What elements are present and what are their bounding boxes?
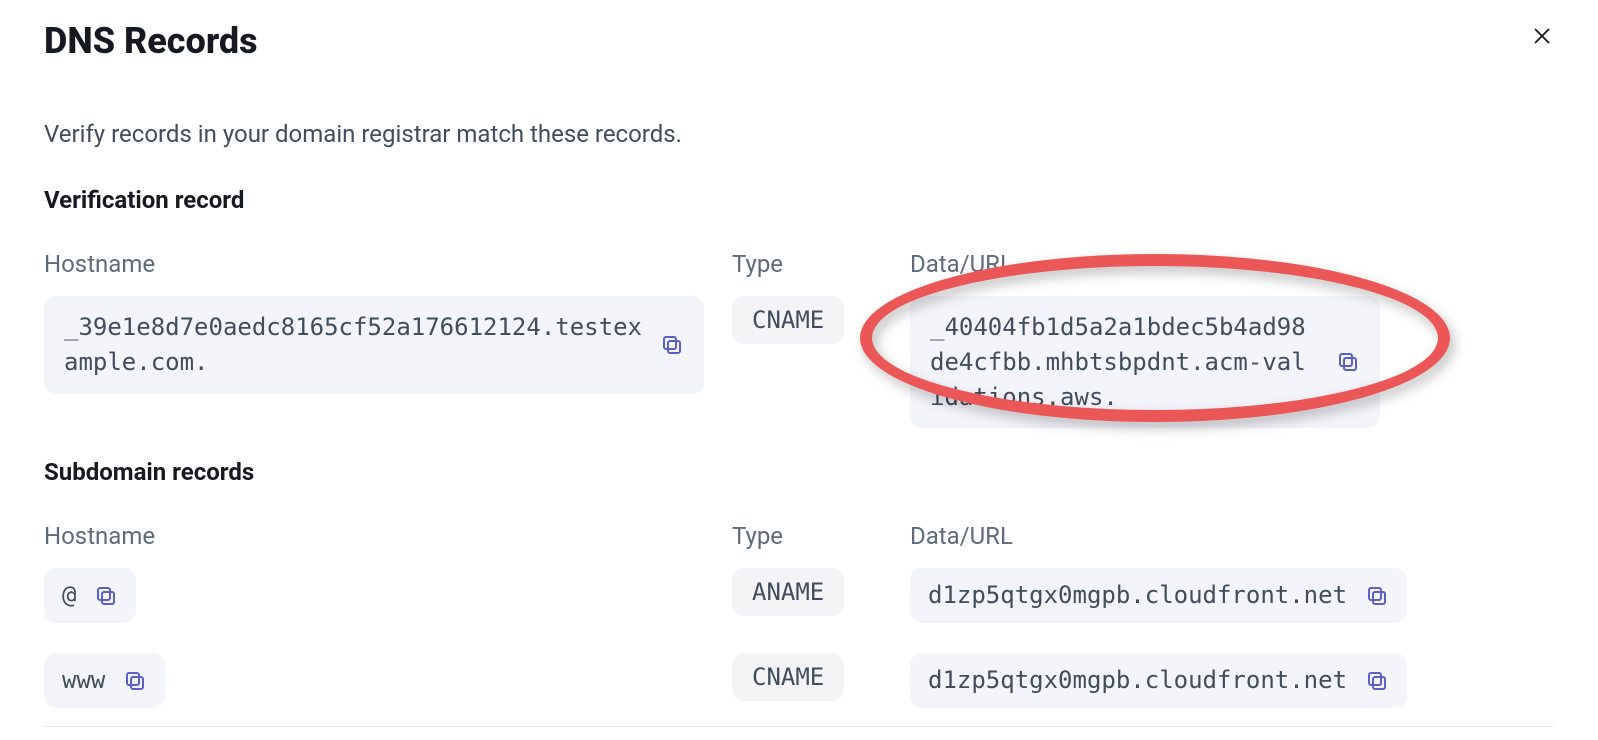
verification-data-pill: _40404fb1d5a2a1bdec5b4ad98de4cfbb.mhbtsb…: [910, 296, 1380, 428]
copy-icon: [1336, 350, 1360, 374]
subdomain-hostname-value: www: [62, 663, 105, 698]
copy-icon: [660, 333, 684, 357]
copy-icon: [94, 584, 118, 608]
verification-data-value: _40404fb1d5a2a1bdec5b4ad98de4cfbb.mhbtsb…: [930, 310, 1318, 414]
subdomain-section-heading: Subdomain records: [44, 458, 1554, 486]
page-title: DNS Records: [44, 20, 1554, 62]
close-button[interactable]: [1530, 24, 1554, 48]
copy-hostname-button[interactable]: [94, 584, 118, 608]
subdomain-type-badge: CNAME: [732, 653, 844, 701]
verification-record-row: _39e1e8d7e0aedc8165cf52a176612124.testex…: [44, 296, 1554, 428]
column-data-label: Data/URL: [910, 250, 1554, 278]
verification-section-heading: Verification record: [44, 186, 1554, 214]
copy-hostname-button[interactable]: [123, 669, 147, 693]
column-data-label: Data/URL: [910, 522, 1554, 550]
subdomain-hostname-value: @: [62, 578, 76, 613]
verification-hostname-pill: _39e1e8d7e0aedc8165cf52a176612124.testex…: [44, 296, 704, 394]
verification-header-row: Hostname Type Data/URL: [44, 250, 1554, 278]
subdomain-data-value: d1zp5qtgx0mgpb.cloudfront.net: [928, 663, 1347, 698]
page-subtitle: Verify records in your domain registrar …: [44, 120, 1554, 148]
copy-data-button[interactable]: [1336, 350, 1360, 374]
subdomain-record-row: www CNAME d1zp5qtgx0mgpb.cloudfront.net: [44, 653, 1554, 708]
subdomain-hostname-pill: www: [44, 653, 165, 708]
copy-hostname-button[interactable]: [660, 333, 684, 357]
subdomain-data-pill: d1zp5qtgx0mgpb.cloudfront.net: [910, 568, 1407, 623]
divider: [44, 726, 1554, 727]
subdomain-record-row: @ ANAME d1zp5qtgx0mgpb.cloudfront.net: [44, 568, 1554, 623]
verification-hostname-value: _39e1e8d7e0aedc8165cf52a176612124.testex…: [64, 310, 642, 380]
subdomain-hostname-pill: @: [44, 568, 136, 623]
verification-type-badge: CNAME: [732, 296, 844, 344]
copy-icon: [1365, 669, 1389, 693]
column-hostname-label: Hostname: [44, 522, 724, 550]
dns-records-panel: DNS Records Verify records in your domai…: [0, 0, 1598, 727]
copy-data-button[interactable]: [1365, 584, 1389, 608]
copy-data-button[interactable]: [1365, 669, 1389, 693]
column-type-label: Type: [732, 522, 882, 550]
column-type-label: Type: [732, 250, 882, 278]
close-icon: [1532, 26, 1552, 46]
column-hostname-label: Hostname: [44, 250, 724, 278]
subdomain-data-pill: d1zp5qtgx0mgpb.cloudfront.net: [910, 653, 1407, 708]
copy-icon: [1365, 584, 1389, 608]
copy-icon: [123, 669, 147, 693]
subdomain-data-value: d1zp5qtgx0mgpb.cloudfront.net: [928, 578, 1347, 613]
subdomain-header-row: Hostname Type Data/URL: [44, 522, 1554, 550]
subdomain-type-badge: ANAME: [732, 568, 844, 616]
